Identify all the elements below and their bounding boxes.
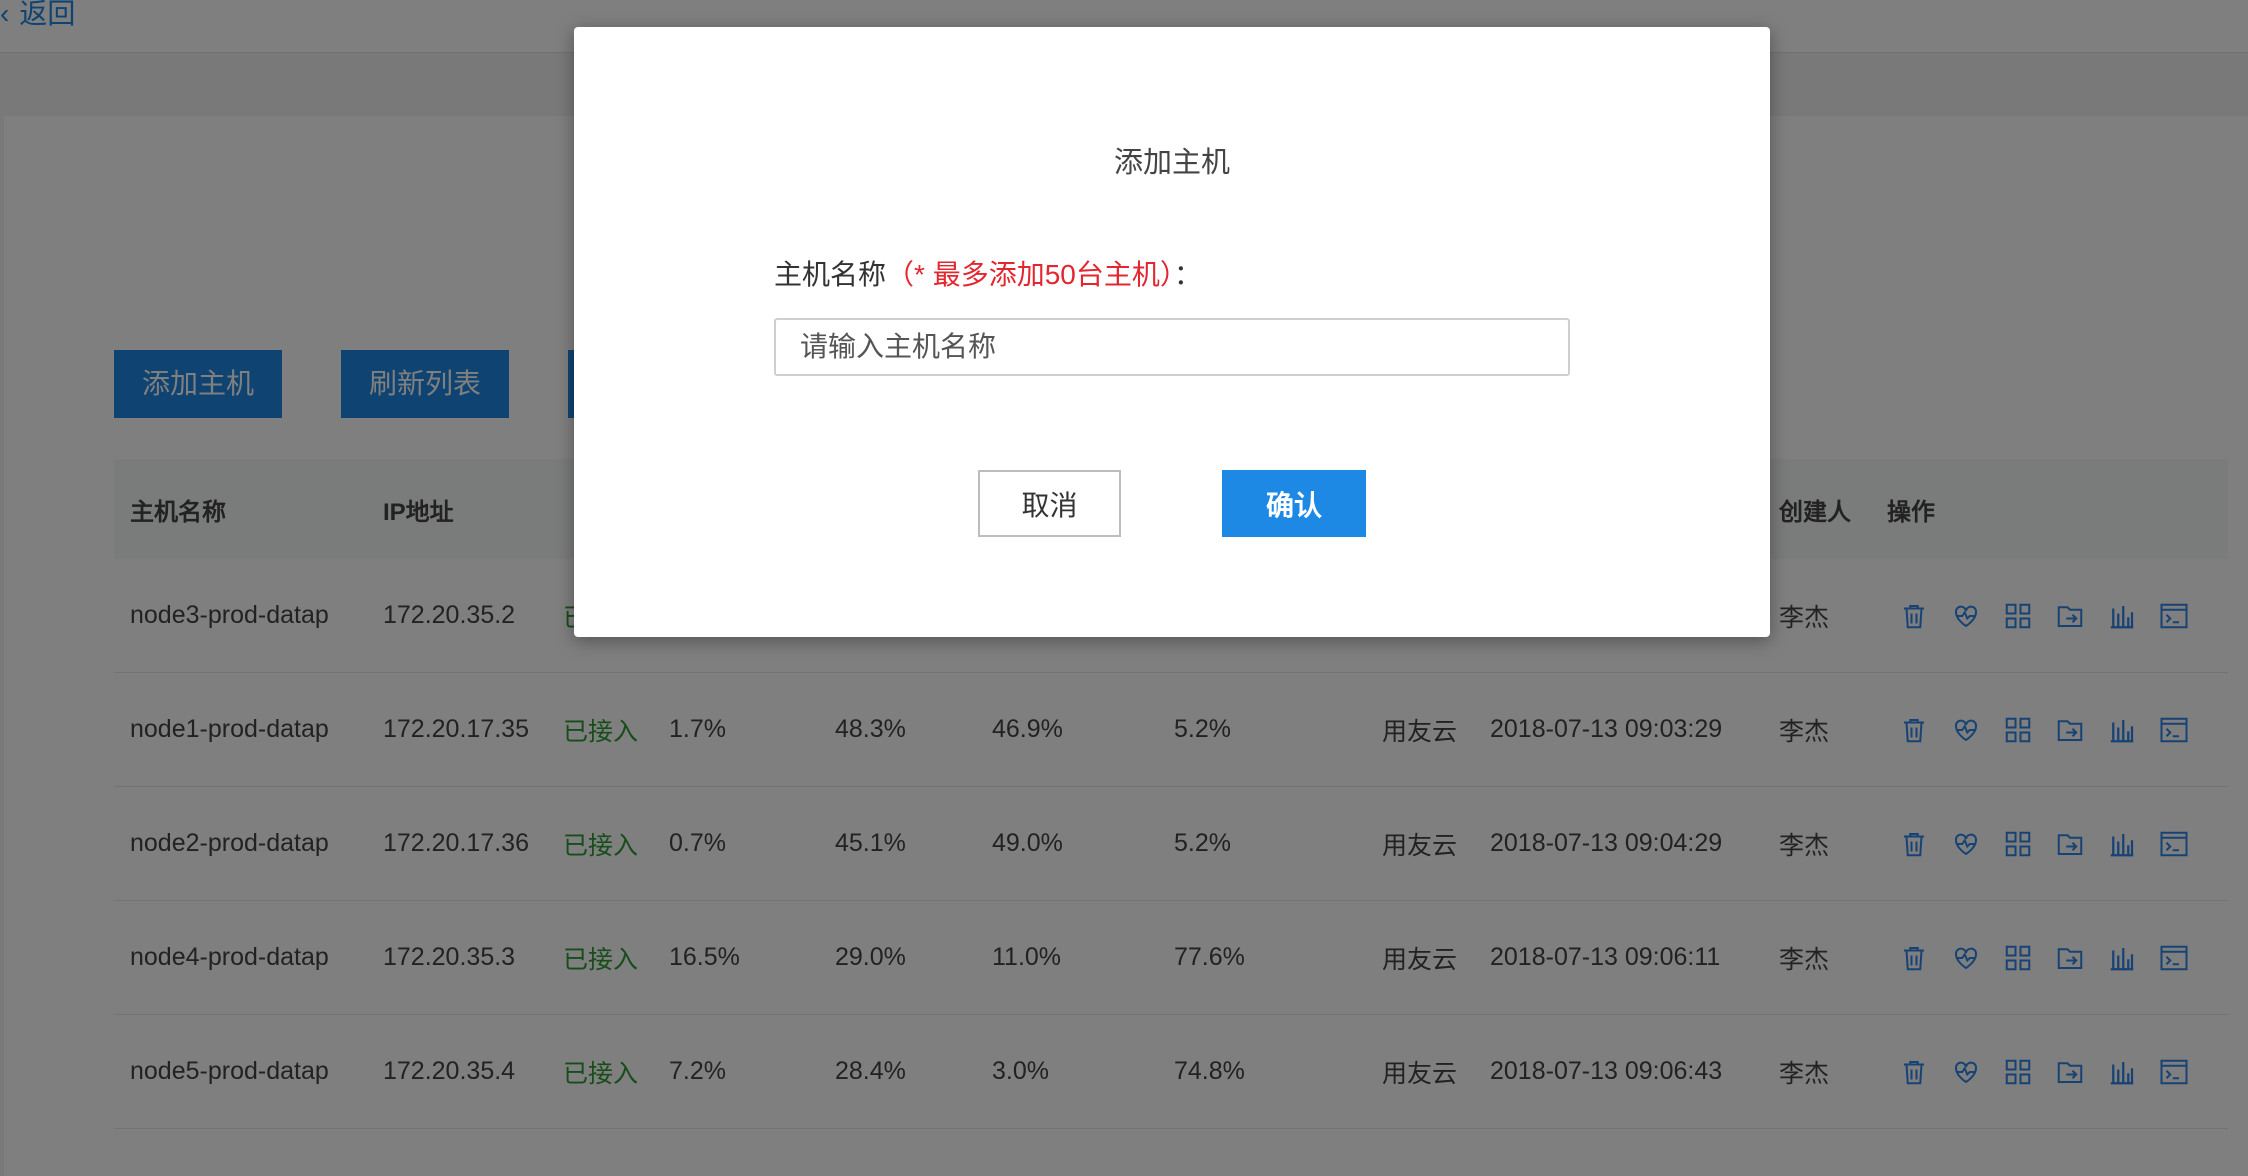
cancel-button[interactable]: 取消 — [978, 470, 1121, 537]
host-name-label-text: 主机名称 — [774, 259, 887, 290]
host-limit-note: （* 最多添加50台主机） — [886, 259, 1174, 290]
host-name-input[interactable] — [774, 318, 1570, 376]
dialog-title: 添加主机 — [1113, 147, 1230, 179]
label-colon: ： — [1173, 259, 1202, 290]
confirm-button[interactable]: 确认 — [1222, 470, 1366, 537]
add-host-dialog: 添加主机 主机名称（* 最多添加50台主机）： 取消 确认 — [574, 27, 1770, 637]
host-name-label: 主机名称（* 最多添加50台主机）： — [774, 253, 1202, 293]
